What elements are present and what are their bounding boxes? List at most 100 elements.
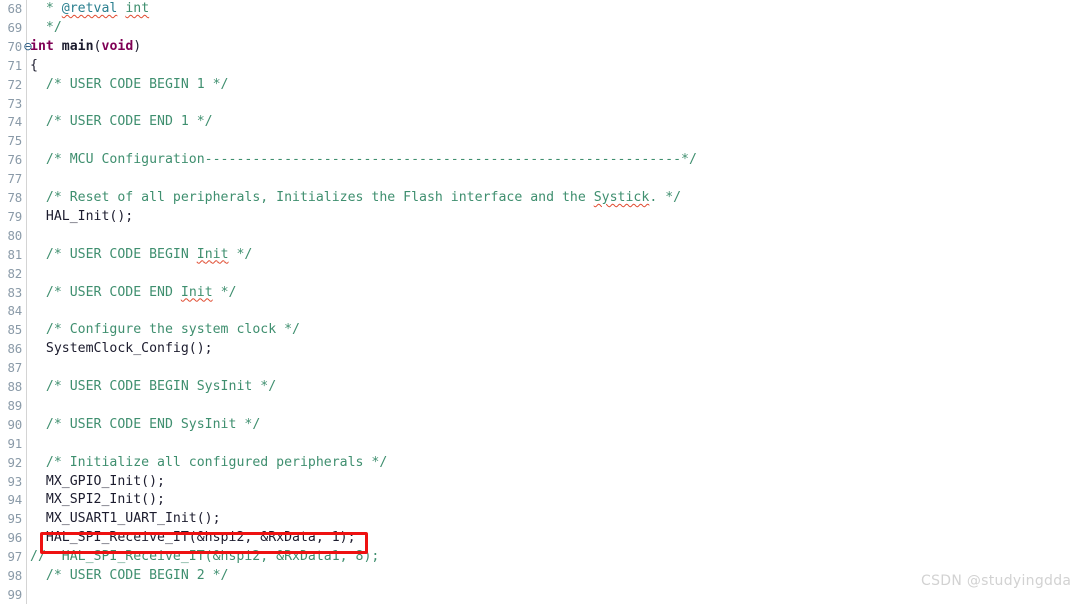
- code-line[interactable]: 94 MX_SPI2_Init();: [0, 491, 1085, 510]
- csdn-watermark: CSDN @studyingdda: [921, 573, 1072, 589]
- code-line[interactable]: 88 /* USER CODE BEGIN SysInit */: [0, 378, 1085, 397]
- code-line[interactable]: 96 HAL_SPI_Receive_IT(&hspi2, &RxData, 1…: [0, 529, 1085, 548]
- token: Systick: [593, 190, 650, 205]
- token: /* Configure the system clock */: [45, 322, 300, 338]
- code-line[interactable]: 77: [0, 170, 1085, 189]
- line-source-text[interactable]: /* Reset of all peripherals, Initializes…: [30, 189, 681, 208]
- code-area[interactable]: 68 * @retval int 69 */70 ⊖ int main(void) 71…: [0, 0, 1085, 604]
- token: */: [228, 246, 253, 262]
- token: HAL_SPI_Receive_IT(&hspi2, &RxData, 1);: [45, 530, 356, 546]
- line-source-text[interactable]: {: [30, 57, 38, 76]
- code-line[interactable]: 97 // HAL_SPI_Receive_IT(&hspi2, &RxData1…: [0, 548, 1085, 567]
- line-number: 74: [7, 114, 22, 130]
- code-line[interactable]: 85 /* Configure the system clock */: [0, 321, 1085, 340]
- code-line[interactable]: 80: [0, 227, 1085, 246]
- code-line[interactable]: 71 {: [0, 57, 1085, 76]
- line-source-text[interactable]: SystemClock_Config();: [30, 340, 213, 359]
- code-line[interactable]: 79 HAL_Init();: [0, 208, 1085, 227]
- token: Init: [196, 246, 229, 262]
- code-line[interactable]: 91: [0, 435, 1085, 454]
- code-line[interactable]: 84: [0, 302, 1085, 321]
- code-line[interactable]: 74 /* USER CODE END 1 */: [0, 113, 1085, 132]
- line-number: 75: [7, 133, 22, 149]
- code-line[interactable]: 92 /* Initialize all configured peripher…: [0, 454, 1085, 473]
- line-source-text[interactable]: /* USER CODE BEGIN SysInit */: [30, 378, 276, 397]
- line-source-text[interactable]: /* Configure the system clock */: [30, 321, 300, 340]
- code-line[interactable]: 72 /* USER CODE BEGIN 1 */: [0, 76, 1085, 95]
- code-editor[interactable]: 68 * @retval int 69 */70 ⊖ int main(void) 71…: [0, 0, 1085, 604]
- token: Init: [180, 284, 213, 300]
- line-number: 86: [7, 341, 22, 357]
- line-source-text[interactable]: * @retval int: [30, 0, 149, 19]
- line-number: 93: [7, 473, 22, 489]
- code-line[interactable]: 70 ⊖ int main(void): [0, 38, 1085, 57]
- code-line[interactable]: 95 MX_USART1_UART_Init();: [0, 510, 1085, 529]
- line-source-text[interactable]: // HAL_SPI_Receive_IT(&hspi2, &RxData1, …: [30, 548, 379, 567]
- code-line[interactable]: 86 SystemClock_Config();: [0, 340, 1085, 359]
- code-line[interactable]: 83 /* USER CODE END Init */: [0, 284, 1085, 303]
- line-source-text[interactable]: /* MCU Configuration--------------------…: [30, 151, 697, 170]
- token: /* USER CODE BEGIN SysInit */: [45, 379, 277, 394]
- line-number: 68: [7, 1, 22, 16]
- line-source-text[interactable]: MX_GPIO_Init();: [30, 473, 165, 492]
- line-source-text[interactable]: */: [30, 19, 62, 38]
- line-number: 77: [7, 171, 22, 187]
- line-source-text[interactable]: MX_SPI2_Init();: [30, 491, 165, 510]
- line-source-text[interactable]: /* Initialize all configured peripherals…: [30, 454, 387, 473]
- token: {: [30, 57, 38, 73]
- code-line[interactable]: 69 */: [0, 19, 1085, 38]
- line-number: 73: [7, 95, 22, 111]
- token: (: [93, 38, 102, 54]
- token: */: [212, 284, 237, 300]
- code-line[interactable]: 87: [0, 359, 1085, 378]
- code-line[interactable]: 68 * @retval int: [0, 0, 1085, 19]
- line-number: 92: [7, 454, 22, 470]
- line-source-text[interactable]: /* USER CODE END Init */: [30, 284, 237, 303]
- token: /* MCU Configuration--------------------…: [45, 152, 697, 168]
- code-line[interactable]: 78 /* Reset of all peripherals, Initiali…: [0, 189, 1085, 208]
- line-source-text[interactable]: /* USER CODE BEGIN 2 */: [30, 567, 229, 586]
- line-number: 84: [7, 303, 22, 319]
- code-line[interactable]: 93 MX_GPIO_Init();: [0, 473, 1085, 492]
- line-number: 83: [7, 284, 22, 300]
- line-number: 99: [7, 586, 22, 602]
- line-source-text[interactable]: MX_USART1_UART_Init();: [30, 510, 221, 529]
- token: int: [125, 1, 150, 16]
- line-source-text[interactable]: /* USER CODE END 1 */: [30, 113, 213, 132]
- line-number: 76: [7, 152, 22, 168]
- code-line[interactable]: 75: [0, 132, 1085, 151]
- line-source-text[interactable]: int main(void): [30, 38, 141, 57]
- code-line[interactable]: 81 /* USER CODE BEGIN Init */: [0, 246, 1085, 265]
- code-line[interactable]: 73: [0, 95, 1085, 114]
- code-line[interactable]: 82: [0, 265, 1085, 284]
- line-number: 95: [7, 511, 22, 527]
- line-source-text[interactable]: /* USER CODE END SysInit */: [30, 416, 260, 435]
- token: @retval: [61, 1, 118, 16]
- token: /* USER CODE BEGIN 2 */: [45, 568, 229, 583]
- line-number: 70: [7, 38, 22, 54]
- token: */: [45, 19, 62, 35]
- line-source-text[interactable]: HAL_SPI_Receive_IT(&hspi2, &RxData, 1);: [30, 529, 356, 548]
- line-number: 80: [7, 227, 22, 243]
- line-number: 88: [7, 379, 22, 394]
- code-line[interactable]: 76 /* MCU Configuration-----------------…: [0, 151, 1085, 170]
- line-source-text[interactable]: /* USER CODE BEGIN 1 */: [30, 76, 229, 95]
- token: // HAL_SPI_Receive_IT(&hspi2, &RxData1, …: [30, 549, 380, 565]
- line-number: 79: [7, 208, 22, 224]
- line-source-text[interactable]: HAL_Init();: [30, 208, 133, 227]
- code-line[interactable]: 89: [0, 397, 1085, 416]
- line-source-text[interactable]: /* USER CODE BEGIN Init */: [30, 246, 252, 265]
- token: . */: [649, 190, 682, 205]
- token: MX_USART1_UART_Init();: [45, 511, 221, 527]
- code-line[interactable]: 90 /* USER CODE END SysInit */: [0, 416, 1085, 435]
- token: int: [30, 38, 54, 54]
